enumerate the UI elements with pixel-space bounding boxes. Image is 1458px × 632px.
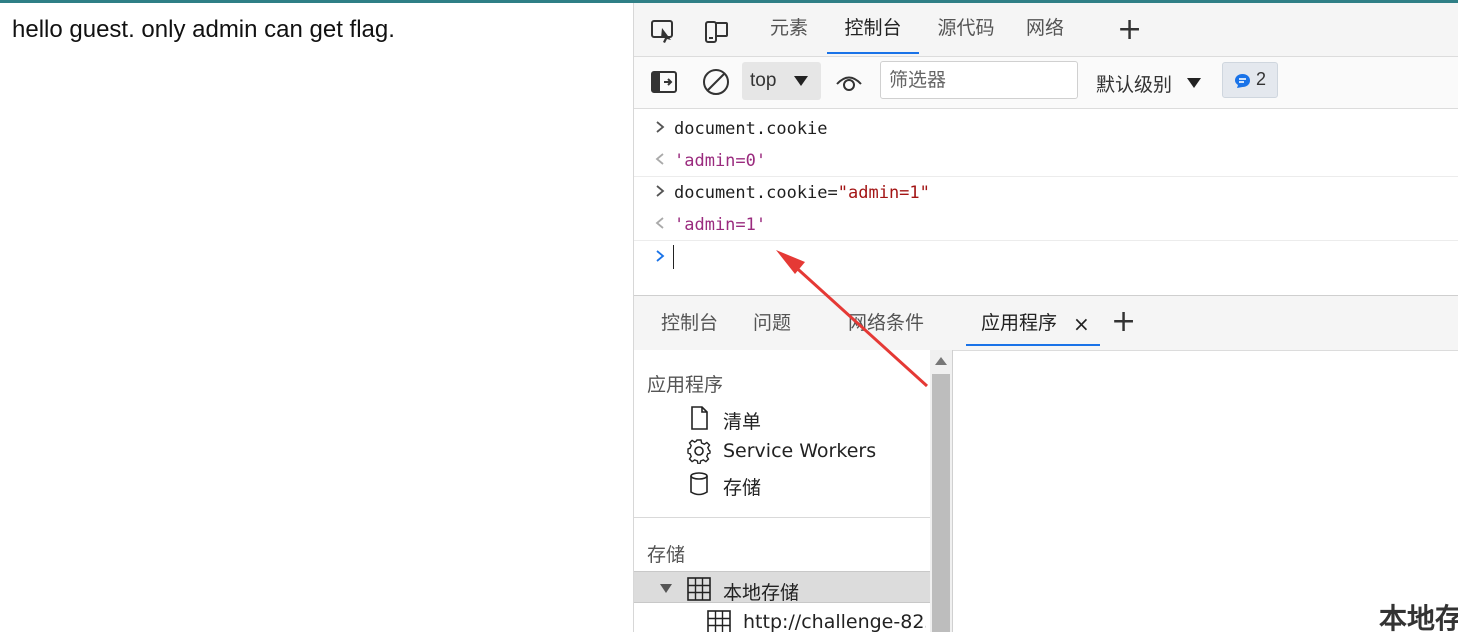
devtools-panel: 元素 控制台 源代码 网络 + top 默认级别 — [633, 3, 1458, 632]
gear-icon — [687, 439, 711, 464]
context-selector[interactable]: top — [742, 62, 821, 100]
log-level-selector[interactable]: 默认级别 — [1096, 70, 1172, 97]
add-tab-icon[interactable]: + — [1117, 15, 1142, 45]
sidebar-header-storage: 存储 — [647, 545, 686, 566]
console-code: document.cookie= — [674, 183, 838, 203]
drawer-tab-network-conditions[interactable]: 网络条件 — [848, 296, 924, 348]
scroll-up-arrow-icon[interactable] — [935, 357, 947, 365]
local-storage-heading: 本地存 — [1379, 602, 1458, 632]
console-prompt[interactable] — [634, 241, 1458, 273]
sidebar-item-manifest[interactable]: 清单 — [686, 403, 926, 433]
sidebar-item-label: 存储 — [723, 477, 762, 499]
prompt-chevron-icon — [656, 250, 665, 262]
devtools-tabbar: 元素 控制台 源代码 网络 + — [634, 3, 1458, 57]
sidebar-item-label: Service Workers — [723, 440, 877, 462]
sidebar-divider — [634, 517, 930, 518]
sidebar-item-origin[interactable]: http://challenge-825c — [706, 607, 926, 632]
live-expression-eye-icon[interactable] — [834, 70, 864, 94]
sidebar-item-label: http://challenge-825c — [743, 611, 926, 632]
sidebar-item-label: 清单 — [723, 411, 762, 433]
sidebar-item-service-workers[interactable]: Service Workers — [686, 436, 926, 466]
clear-console-icon[interactable] — [701, 67, 731, 97]
tab-console[interactable]: 控制台 — [827, 3, 919, 54]
close-tab-icon[interactable]: × — [1073, 296, 1090, 352]
log-level-label: 默认级别 — [1096, 75, 1173, 96]
tab-elements[interactable]: 元素 — [759, 3, 819, 53]
sidebar-item-label: 本地存储 — [723, 582, 800, 604]
filter-input[interactable] — [880, 61, 1078, 99]
result-chevron-icon — [655, 153, 664, 165]
tab-sources[interactable]: 源代码 — [927, 3, 1005, 53]
console-output[interactable]: document.cookie 'admin=0' document.cooki… — [634, 109, 1458, 295]
console-result-text: 'admin=1' — [674, 215, 767, 235]
device-toolbar-icon[interactable] — [702, 17, 730, 45]
context-dropdown-icon — [794, 76, 808, 86]
file-icon — [691, 406, 708, 430]
console-input-text: document.cookie — [674, 119, 828, 139]
console-toolbar: top 默认级别 2 — [634, 57, 1458, 109]
drawer-tab-issues[interactable]: 问题 — [753, 296, 791, 348]
expand-triangle-icon[interactable] — [660, 584, 672, 593]
text-cursor — [673, 245, 674, 269]
grid-icon — [707, 610, 731, 632]
input-chevron-icon — [656, 185, 665, 197]
inspect-element-icon[interactable] — [649, 17, 677, 45]
message-bubble-icon — [1235, 74, 1250, 88]
console-result-line: 'admin=1' — [634, 208, 1458, 241]
console-string-literal: "admin=1" — [837, 183, 930, 203]
context-label: top — [750, 70, 777, 91]
input-chevron-icon — [656, 121, 665, 133]
application-sidebar: 应用程序 清单 Service Workers 存储 存储 本地存储 http:… — [634, 350, 930, 632]
pane-divider[interactable] — [952, 350, 953, 632]
sidebar-header-application: 应用程序 — [647, 375, 724, 396]
issues-badge[interactable]: 2 — [1222, 62, 1278, 98]
scrollbar-thumb[interactable] — [932, 374, 950, 632]
page-message: hello guest. only admin can get flag. — [12, 16, 395, 43]
drawer-tab-application[interactable]: 应用程序 × — [966, 296, 1100, 346]
drawer-tab-application-label: 应用程序 — [981, 313, 1058, 334]
console-input-text: document.cookie="admin=1" — [674, 183, 930, 203]
sidebar-item-local-storage[interactable]: 本地存储 — [686, 574, 926, 604]
log-level-dropdown-icon — [1187, 78, 1201, 88]
sidebar-item-storage[interactable]: 存储 — [686, 469, 926, 499]
console-input-line: document.cookie="admin=1" — [634, 176, 1458, 208]
sidebar-scrollbar[interactable] — [930, 350, 952, 632]
drawer-tabbar: 控制台 问题 网络条件 应用程序 × + — [634, 295, 1458, 351]
result-chevron-icon — [655, 217, 664, 229]
tab-network[interactable]: 网络 — [1015, 3, 1075, 53]
add-drawer-tab-icon[interactable]: + — [1111, 307, 1136, 337]
issues-count: 2 — [1256, 69, 1267, 89]
console-input-line: document.cookie — [634, 112, 1458, 144]
grid-icon — [687, 577, 711, 601]
console-result-text: 'admin=0' — [674, 151, 767, 171]
toggle-sidebar-icon[interactable] — [650, 69, 678, 95]
console-result-line: 'admin=0' — [634, 144, 1458, 177]
database-icon — [690, 472, 708, 496]
drawer-tab-console[interactable]: 控制台 — [661, 296, 718, 348]
